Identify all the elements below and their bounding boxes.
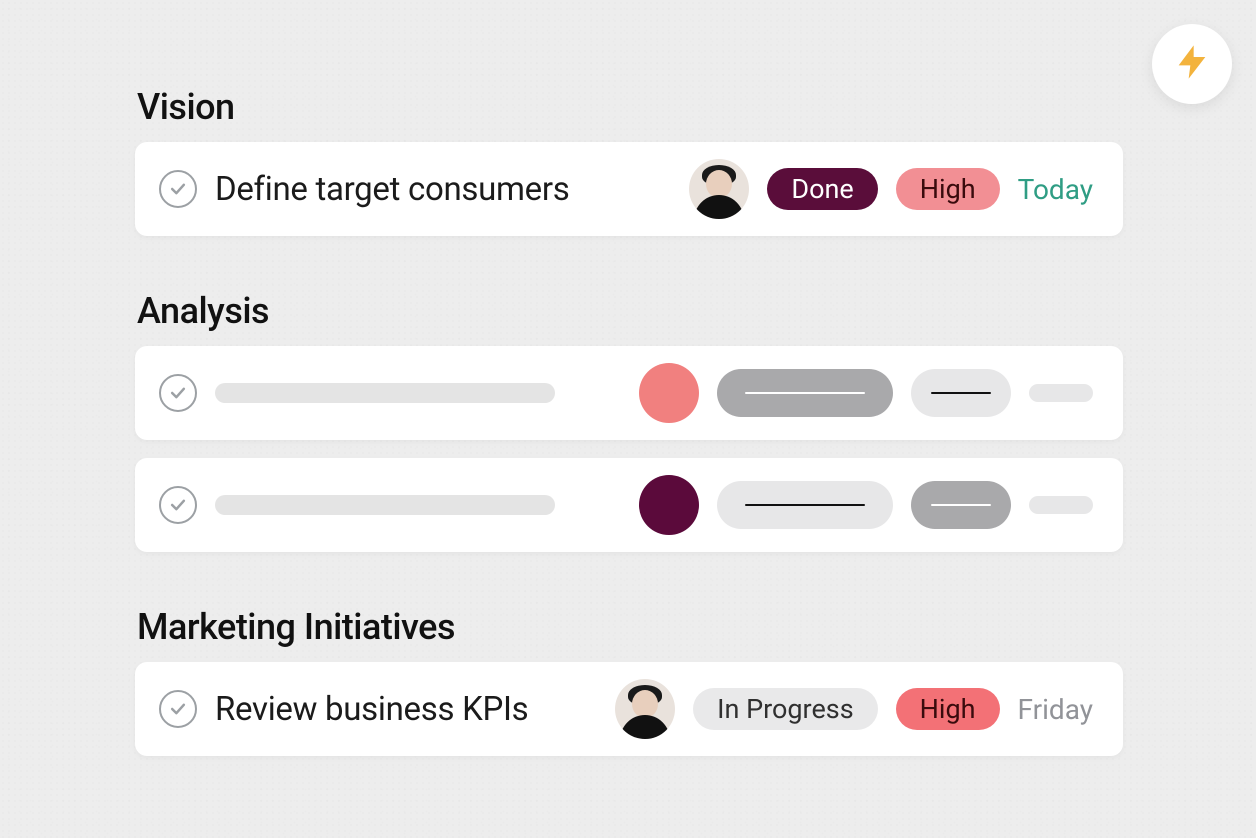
task-title: Define target consumers	[215, 170, 671, 209]
placeholder-line	[931, 392, 991, 395]
placeholder-status	[717, 369, 893, 417]
task-row-skeleton[interactable]	[135, 458, 1123, 552]
task-board: Vision Define target consumers Done High…	[135, 86, 1123, 756]
assignee-avatar[interactable]	[615, 679, 675, 739]
assignee-avatar[interactable]	[689, 159, 749, 219]
section-title: Analysis	[137, 290, 1123, 332]
placeholder-date	[1029, 496, 1093, 514]
priority-badge[interactable]: High	[896, 688, 1000, 730]
check-icon	[168, 699, 188, 719]
check-icon	[168, 495, 188, 515]
task-title: Review business KPIs	[215, 690, 597, 729]
placeholder-line	[745, 504, 865, 507]
placeholder-priority	[911, 481, 1011, 529]
placeholder-avatar	[639, 475, 699, 535]
complete-toggle[interactable]	[159, 374, 197, 412]
task-row[interactable]: Review business KPIs In Progress High Fr…	[135, 662, 1123, 756]
priority-badge[interactable]: High	[896, 168, 1000, 210]
section-title: Marketing Initiatives	[137, 606, 1123, 648]
complete-toggle[interactable]	[159, 170, 197, 208]
placeholder-avatar	[639, 363, 699, 423]
placeholder-line	[745, 392, 865, 395]
status-badge[interactable]: Done	[767, 168, 877, 210]
check-icon	[168, 383, 188, 403]
status-badge[interactable]: In Progress	[693, 688, 878, 730]
section-vision: Vision Define target consumers Done High…	[135, 86, 1123, 236]
task-row-skeleton[interactable]	[135, 346, 1123, 440]
automation-fab[interactable]	[1152, 24, 1232, 104]
due-date: Today	[1018, 173, 1093, 206]
complete-toggle[interactable]	[159, 690, 197, 728]
placeholder-status	[717, 481, 893, 529]
section-marketing-initiatives: Marketing Initiatives Review business KP…	[135, 606, 1123, 756]
check-icon	[168, 179, 188, 199]
placeholder-line	[931, 504, 991, 507]
lightning-icon	[1172, 42, 1212, 86]
placeholder-priority	[911, 369, 1011, 417]
due-date: Friday	[1018, 693, 1093, 726]
task-row[interactable]: Define target consumers Done High Today	[135, 142, 1123, 236]
complete-toggle[interactable]	[159, 486, 197, 524]
placeholder-date	[1029, 384, 1093, 402]
placeholder-title	[215, 495, 555, 515]
section-analysis: Analysis	[135, 290, 1123, 552]
placeholder-title	[215, 383, 555, 403]
section-title: Vision	[137, 86, 1123, 128]
